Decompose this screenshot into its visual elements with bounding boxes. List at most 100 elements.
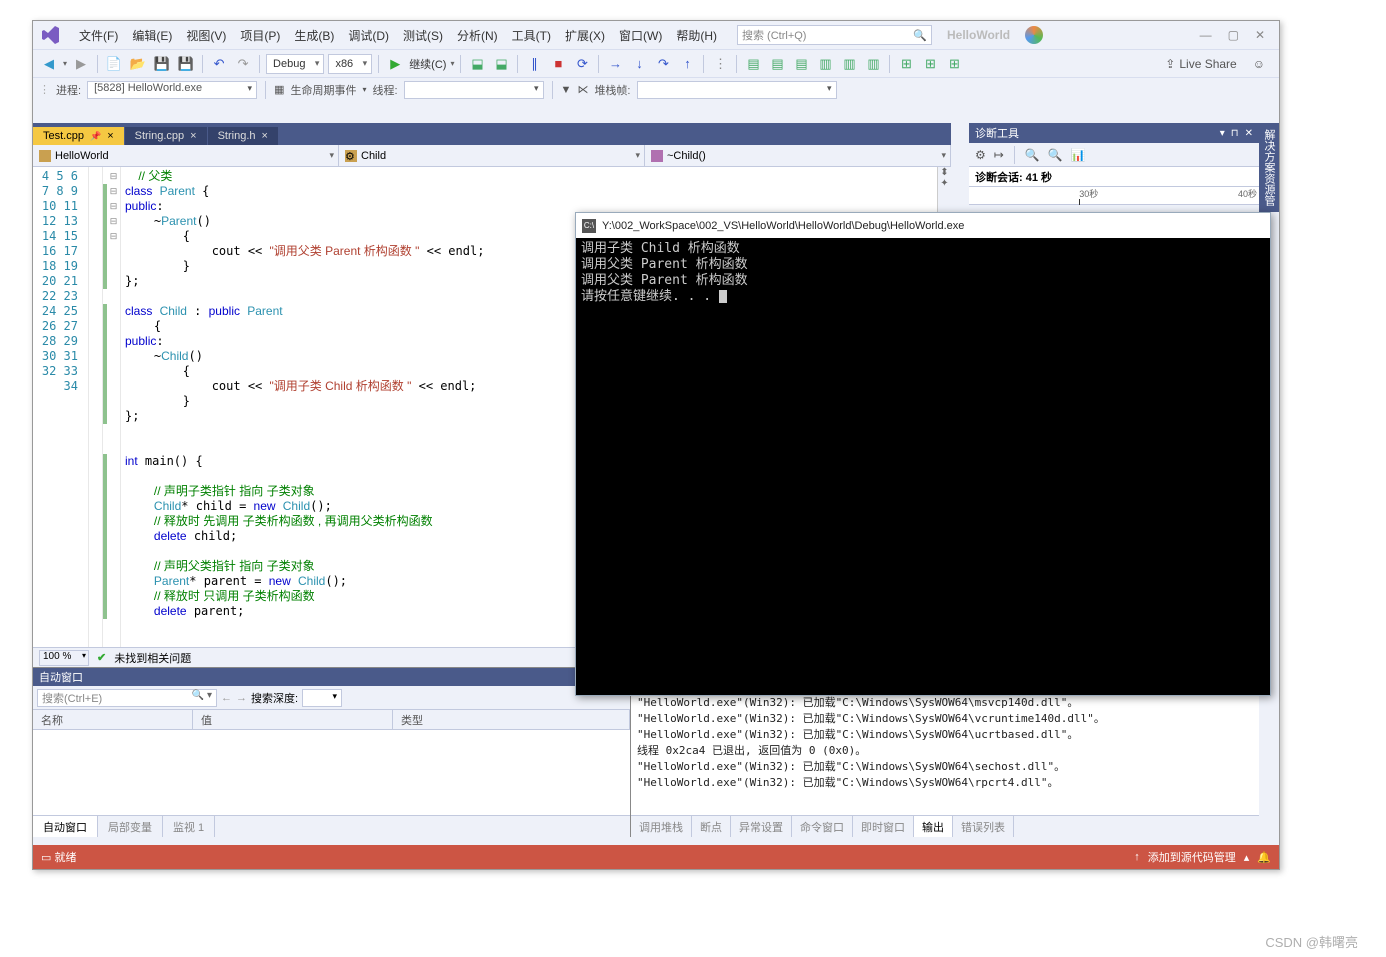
scm-label[interactable]: 添加到源代码管理 bbox=[1148, 849, 1236, 865]
tb-icon[interactable]: ▤ bbox=[791, 54, 811, 74]
filter-icon[interactable]: ▼ bbox=[561, 84, 572, 96]
depth-dropdown[interactable] bbox=[302, 689, 342, 707]
notification-icon[interactable]: 🔔 bbox=[1257, 851, 1271, 864]
dropdown-icon[interactable]: ▴ bbox=[1244, 851, 1250, 864]
tb-icon[interactable]: ⋮ bbox=[710, 54, 730, 74]
tb-icon[interactable]: ▥ bbox=[839, 54, 859, 74]
close-icon[interactable]: ✕ bbox=[1255, 28, 1265, 42]
menu-item[interactable]: 文件(F) bbox=[72, 26, 125, 46]
open-icon[interactable]: 📂 bbox=[128, 54, 148, 74]
doc-tab[interactable]: String.h × bbox=[208, 127, 278, 145]
autos-grid[interactable]: 名称 值 类型 bbox=[33, 710, 630, 815]
output-tab[interactable]: 即时窗口 bbox=[853, 816, 914, 837]
new-icon[interactable]: 📄 bbox=[104, 54, 124, 74]
solution-explorer-tab[interactable]: 解决方案资源管 bbox=[1259, 123, 1279, 212]
saveall-icon[interactable]: 💾 bbox=[176, 54, 196, 74]
pin-icon[interactable]: ⊓ bbox=[1231, 128, 1239, 139]
zoom-out-icon[interactable]: 🔍 bbox=[1048, 148, 1063, 162]
tb-icon[interactable]: ⊞ bbox=[896, 54, 916, 74]
menu-item[interactable]: 项目(P) bbox=[233, 26, 287, 46]
close-icon[interactable]: ✕ bbox=[1245, 128, 1253, 139]
feedback-icon[interactable]: ☺ bbox=[1253, 57, 1265, 71]
stack-dropdown[interactable] bbox=[637, 81, 837, 99]
tb-icon[interactable]: ⊞ bbox=[944, 54, 964, 74]
step-out-icon[interactable]: ↑ bbox=[677, 54, 697, 74]
menu-item[interactable]: 视图(V) bbox=[179, 26, 233, 46]
prev-icon[interactable]: ← bbox=[221, 692, 232, 704]
output-tab[interactable]: 调用堆栈 bbox=[631, 816, 692, 837]
tb-icon[interactable]: ⬓ bbox=[491, 54, 511, 74]
doc-tab[interactable]: Test.cpp 📌 × bbox=[33, 127, 124, 145]
step-icon[interactable]: → bbox=[605, 54, 625, 74]
dropdown-icon[interactable]: ▾ bbox=[1220, 128, 1225, 139]
menu-item[interactable]: 生成(B) bbox=[287, 26, 341, 46]
account-icon[interactable] bbox=[1025, 26, 1043, 44]
output-text[interactable]: "HelloWorld.exe"(Win32): 已加载"C:\Windows\… bbox=[631, 690, 1259, 815]
tb-icon[interactable]: ⬓ bbox=[467, 54, 487, 74]
scm-icon[interactable]: ↑ bbox=[1134, 851, 1140, 863]
maximize-icon[interactable]: ▢ bbox=[1228, 28, 1239, 42]
menu-item[interactable]: 编辑(E) bbox=[125, 26, 179, 46]
stop-icon[interactable]: ■ bbox=[548, 54, 568, 74]
autos-search-input[interactable]: 搜索(Ctrl+E) bbox=[37, 689, 217, 707]
filter-icon[interactable]: ⋉ bbox=[577, 83, 588, 96]
fold-column[interactable]: ⊟ ⊟ ⊟ ⊟ ⊟ bbox=[107, 167, 121, 647]
output-tab[interactable]: 异常设置 bbox=[731, 816, 792, 837]
minimize-icon[interactable]: — bbox=[1200, 28, 1212, 42]
tb-icon[interactable]: ▥ bbox=[815, 54, 835, 74]
tb-icon[interactable]: ▥ bbox=[863, 54, 883, 74]
redo-icon[interactable]: ↷ bbox=[233, 54, 253, 74]
menu-item[interactable]: 工具(T) bbox=[505, 26, 558, 46]
menu-item[interactable]: 帮助(H) bbox=[669, 26, 724, 46]
gear-icon[interactable]: ⚙ bbox=[975, 148, 986, 162]
nav-member[interactable]: ~Child() bbox=[645, 145, 951, 166]
undo-icon[interactable]: ↶ bbox=[209, 54, 229, 74]
nav-fwd-icon[interactable]: ▶ bbox=[71, 54, 91, 74]
continue-icon[interactable]: ▶ bbox=[385, 54, 405, 74]
step-into-icon[interactable]: ↓ bbox=[629, 54, 649, 74]
doc-tab[interactable]: String.cpp × bbox=[125, 127, 207, 145]
process-dropdown[interactable]: [5828] HelloWorld.exe bbox=[87, 81, 257, 99]
col-name[interactable]: 名称 bbox=[33, 710, 193, 729]
nav-back-icon[interactable]: ◀ bbox=[39, 54, 59, 74]
zoom-in-icon[interactable]: 🔍 bbox=[1025, 148, 1040, 162]
restart-icon[interactable]: ⟳ bbox=[572, 54, 592, 74]
tb-icon[interactable]: ⊞ bbox=[920, 54, 940, 74]
platform-dropdown[interactable]: x86 bbox=[328, 54, 372, 74]
menu-item[interactable]: 扩展(X) bbox=[558, 26, 612, 46]
config-dropdown[interactable]: Debug bbox=[266, 54, 324, 74]
marker-column bbox=[89, 167, 103, 647]
chart-icon[interactable]: 📊 bbox=[1071, 148, 1086, 162]
nav-scope[interactable]: HelloWorld bbox=[33, 145, 339, 166]
zoom-dropdown[interactable]: 100 % bbox=[39, 650, 89, 666]
thread-dropdown[interactable] bbox=[404, 81, 544, 99]
tab-locals[interactable]: 局部变量 bbox=[98, 816, 163, 837]
pause-icon[interactable]: ∥ bbox=[524, 54, 544, 74]
liveshare-button[interactable]: ⇪ Live Share ☺ bbox=[1165, 57, 1273, 71]
menu-item[interactable]: 分析(N) bbox=[450, 26, 505, 46]
output-tab[interactable]: 错误列表 bbox=[953, 816, 1014, 837]
export-icon[interactable]: ↦ bbox=[994, 148, 1004, 162]
lifecycle-icon[interactable]: ▦ bbox=[274, 83, 284, 96]
console-window[interactable]: C:\ Y:\002_WorkSpace\002_VS\HelloWorld\H… bbox=[575, 212, 1271, 696]
console-titlebar[interactable]: C:\ Y:\002_WorkSpace\002_VS\HelloWorld\H… bbox=[576, 213, 1270, 238]
output-tab[interactable]: 输出 bbox=[914, 816, 953, 837]
menu-item[interactable]: 调试(D) bbox=[341, 26, 396, 46]
next-icon[interactable]: → bbox=[236, 692, 247, 704]
console-output: 调用子类 Child 析构函数 调用父类 Parent 析构函数 调用父类 Pa… bbox=[576, 238, 1270, 308]
continue-button[interactable]: 继续(C) bbox=[409, 56, 446, 72]
col-value[interactable]: 值 bbox=[193, 710, 393, 729]
tb-icon[interactable]: ▤ bbox=[743, 54, 763, 74]
output-tab[interactable]: 断点 bbox=[692, 816, 731, 837]
tab-watch[interactable]: 监视 1 bbox=[163, 816, 215, 837]
step-over-icon[interactable]: ↷ bbox=[653, 54, 673, 74]
tb-icon[interactable]: ▤ bbox=[767, 54, 787, 74]
col-type[interactable]: 类型 bbox=[393, 710, 630, 729]
menu-item[interactable]: 测试(S) bbox=[396, 26, 450, 46]
menu-item[interactable]: 窗口(W) bbox=[612, 26, 669, 46]
search-input[interactable]: 搜索 (Ctrl+Q) 🔍 bbox=[737, 25, 932, 45]
tab-autos[interactable]: 自动窗口 bbox=[33, 816, 98, 837]
save-icon[interactable]: 💾 bbox=[152, 54, 172, 74]
nav-class[interactable]: ⚙Child bbox=[339, 145, 645, 166]
output-tab[interactable]: 命令窗口 bbox=[792, 816, 853, 837]
